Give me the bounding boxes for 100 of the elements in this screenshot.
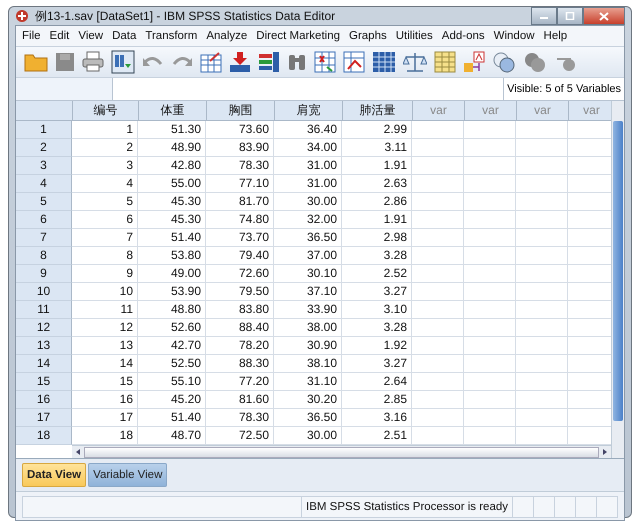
empty-cell[interactable]	[516, 373, 568, 391]
empty-cell[interactable]	[412, 283, 464, 301]
cell-value-field[interactable]	[113, 78, 504, 100]
row-header[interactable]: 8	[16, 247, 72, 265]
row-header[interactable]: 16	[16, 391, 72, 409]
corner-cell[interactable]	[16, 101, 73, 121]
empty-cell[interactable]	[412, 391, 464, 409]
row-header[interactable]: 6	[16, 211, 72, 229]
empty-cell[interactable]	[516, 121, 568, 139]
overlapping-circles-icon[interactable]	[523, 51, 547, 73]
empty-cell[interactable]	[464, 139, 516, 157]
scroll-left-icon[interactable]	[74, 448, 82, 456]
download-grid-icon[interactable]	[229, 51, 251, 73]
empty-cell[interactable]	[412, 355, 464, 373]
menu-item[interactable]: Window	[494, 30, 535, 42]
menu-item[interactable]: Utilities	[396, 30, 433, 42]
row-header[interactable]: 2	[16, 139, 72, 157]
empty-cell[interactable]	[412, 157, 464, 175]
binoculars-icon[interactable]	[287, 52, 307, 72]
empty-cell[interactable]	[412, 373, 464, 391]
row-header[interactable]: 10	[16, 283, 72, 301]
empty-cell[interactable]	[516, 157, 568, 175]
minimize-button[interactable]	[531, 7, 557, 25]
empty-cell[interactable]	[412, 121, 464, 139]
menu-item[interactable]: Direct Marketing	[256, 30, 340, 42]
menu-item[interactable]: View	[78, 30, 104, 42]
row-header[interactable]: 14	[16, 355, 72, 373]
empty-cell[interactable]	[412, 229, 464, 247]
empty-cell[interactable]	[464, 409, 516, 427]
row-header[interactable]: 7	[16, 229, 72, 247]
empty-cell[interactable]	[412, 319, 464, 337]
columns-icon[interactable]	[258, 51, 280, 73]
empty-cell[interactable]	[464, 301, 516, 319]
empty-cell[interactable]	[464, 283, 516, 301]
spreadsheet-icon[interactable]	[434, 51, 456, 73]
menu-item[interactable]: Help	[544, 30, 568, 42]
value-labels-icon[interactable]	[463, 51, 485, 73]
empty-cell[interactable]	[412, 139, 464, 157]
menu-item[interactable]: Edit	[50, 30, 70, 42]
row-header[interactable]: 5	[16, 193, 72, 211]
menu-item[interactable]: File	[22, 30, 41, 42]
horizontal-scrollbar[interactable]	[72, 445, 611, 458]
column-header[interactable]: 胸围	[207, 101, 275, 121]
empty-cell[interactable]	[516, 391, 568, 409]
view-tab[interactable]: Data View	[22, 463, 86, 487]
empty-cell[interactable]	[464, 355, 516, 373]
row-header[interactable]: 1	[16, 121, 72, 139]
empty-cell[interactable]	[516, 247, 568, 265]
menu-item[interactable]: Transform	[145, 30, 198, 42]
empty-cell[interactable]	[464, 337, 516, 355]
empty-cell[interactable]	[516, 355, 568, 373]
menu-item[interactable]: Analyze	[206, 30, 248, 42]
empty-cell[interactable]	[464, 121, 516, 139]
circles-icon[interactable]	[492, 51, 516, 73]
empty-cell[interactable]	[464, 373, 516, 391]
empty-cell[interactable]	[516, 283, 568, 301]
empty-cell[interactable]	[464, 175, 516, 193]
empty-cell[interactable]	[412, 409, 464, 427]
empty-cell[interactable]	[516, 193, 568, 211]
empty-cell[interactable]	[464, 229, 516, 247]
empty-cell[interactable]	[412, 301, 464, 319]
menu-item[interactable]: Add-ons	[442, 30, 485, 42]
scroll-right-icon[interactable]	[601, 448, 609, 456]
empty-cell[interactable]	[516, 211, 568, 229]
empty-cell[interactable]	[464, 247, 516, 265]
row-header[interactable]: 18	[16, 427, 72, 445]
empty-cell[interactable]	[516, 229, 568, 247]
column-header[interactable]: 肺活量	[343, 101, 413, 121]
row-header[interactable]: 4	[16, 175, 72, 193]
row-header[interactable]: 12	[16, 319, 72, 337]
empty-cell[interactable]	[464, 211, 516, 229]
empty-cell[interactable]	[464, 193, 516, 211]
row-header[interactable]: 11	[16, 301, 72, 319]
empty-cell[interactable]	[464, 391, 516, 409]
empty-cell[interactable]	[412, 193, 464, 211]
empty-cell[interactable]	[516, 139, 568, 157]
empty-cell[interactable]	[464, 319, 516, 337]
grid-chart-icon[interactable]	[343, 51, 365, 73]
empty-cell[interactable]	[412, 175, 464, 193]
empty-cell[interactable]	[412, 265, 464, 283]
vertical-scrollbar[interactable]	[611, 101, 624, 458]
row-header[interactable]: 9	[16, 265, 72, 283]
maximize-button[interactable]	[557, 7, 583, 25]
row-header[interactable]: 17	[16, 409, 72, 427]
empty-cell[interactable]	[516, 175, 568, 193]
row-header[interactable]: 13	[16, 337, 72, 355]
empty-cell[interactable]	[412, 247, 464, 265]
close-button[interactable]	[583, 7, 625, 25]
column-header[interactable]: 编号	[73, 101, 139, 121]
grid-arrow-icon[interactable]	[200, 51, 222, 73]
menu-item[interactable]: Graphs	[349, 30, 387, 42]
empty-cell[interactable]	[516, 265, 568, 283]
empty-cell[interactable]	[516, 337, 568, 355]
column-header[interactable]: 肩宽	[275, 101, 343, 121]
scale-icon[interactable]	[403, 51, 427, 73]
empty-cell[interactable]	[516, 319, 568, 337]
empty-cell[interactable]	[464, 265, 516, 283]
empty-cell[interactable]	[464, 157, 516, 175]
row-header[interactable]: 3	[16, 157, 72, 175]
row-header[interactable]: 15	[16, 373, 72, 391]
